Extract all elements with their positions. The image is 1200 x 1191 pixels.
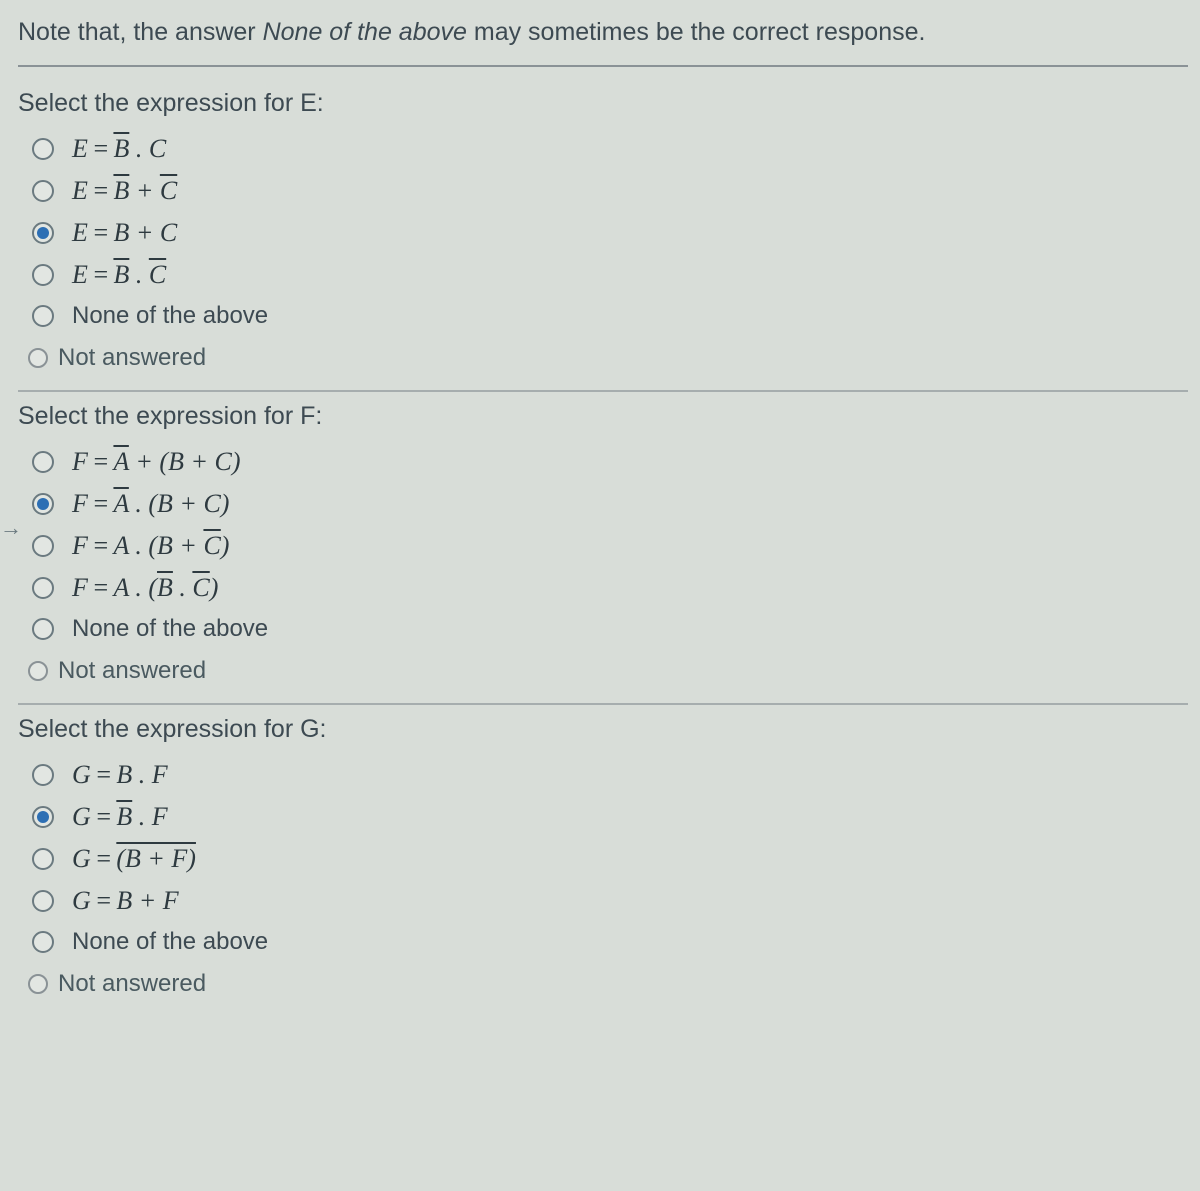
option-row[interactable]: G = B . F — [18, 796, 1188, 838]
radio-button[interactable] — [32, 451, 54, 473]
question-prompt: Select the expression for F: — [18, 402, 1188, 431]
option-row[interactable]: E = B . C — [18, 128, 1188, 170]
radio-button[interactable] — [32, 264, 54, 286]
option-row[interactable]: G = B + F — [18, 880, 1188, 922]
question-block: Select the expression for G: G = B . F G =… — [18, 705, 1188, 1016]
option-row[interactable]: G = (B + F) — [18, 838, 1188, 880]
option-row[interactable]: F = A + (B + C) — [18, 441, 1188, 483]
radio-button[interactable] — [32, 493, 54, 515]
option-expression: E = B + C — [72, 176, 177, 206]
option-row[interactable]: None of the above — [18, 609, 1188, 649]
not-answered-label: Not answered — [58, 344, 206, 372]
radio-button[interactable] — [32, 535, 54, 557]
option-expression: E = B . C — [72, 134, 166, 164]
option-expression: F = A . (B . C) — [72, 573, 218, 603]
question-prompt: Select the expression for E: — [18, 89, 1188, 118]
note-italic: None of the above — [263, 18, 467, 46]
status-circle-icon — [28, 974, 48, 994]
option-expression: F = A + (B + C) — [72, 447, 241, 477]
note-prefix: Note that, the answer — [18, 18, 263, 46]
option-expression: F = A . (B + C) — [72, 531, 229, 561]
not-answered-label: Not answered — [58, 657, 206, 685]
option-expression: F = A . (B + C) — [72, 489, 229, 519]
radio-button[interactable] — [32, 577, 54, 599]
option-row[interactable]: None of the above — [18, 922, 1188, 962]
edge-arrow-icon: → — [0, 515, 22, 541]
option-row[interactable]: E = B + C — [18, 170, 1188, 212]
option-none-label: None of the above — [72, 928, 268, 956]
radio-button[interactable] — [32, 180, 54, 202]
not-answered-row[interactable]: Not answered — [18, 962, 1188, 1008]
not-answered-row[interactable]: Not answered — [18, 336, 1188, 382]
option-row[interactable]: F = A . (B + C) — [18, 525, 1188, 567]
option-row[interactable]: F = A . (B . C) — [18, 567, 1188, 609]
not-answered-row[interactable]: Not answered — [18, 649, 1188, 695]
question-prompt: Select the expression for G: — [18, 715, 1188, 744]
question-block: Select the expression for F: F = A + (B +… — [18, 392, 1188, 705]
option-expression: G = B . F — [72, 802, 168, 832]
not-answered-label: Not answered — [58, 970, 206, 998]
note-text: Note that, the answer None of the above … — [18, 18, 1188, 67]
radio-button[interactable] — [32, 138, 54, 160]
option-expression: G = B . F — [72, 760, 168, 790]
option-expression: G = (B + F) — [72, 844, 196, 874]
status-circle-icon — [28, 661, 48, 681]
radio-button[interactable] — [32, 222, 54, 244]
option-none-label: None of the above — [72, 302, 268, 330]
radio-button[interactable] — [32, 764, 54, 786]
option-expression: E = B + C — [72, 218, 177, 248]
option-expression: E = B . C — [72, 260, 166, 290]
quiz-container: Note that, the answer None of the above … — [0, 0, 1200, 1016]
option-row[interactable]: F = A . (B + C) — [18, 483, 1188, 525]
radio-button[interactable] — [32, 890, 54, 912]
radio-button[interactable] — [32, 305, 54, 327]
status-circle-icon — [28, 348, 48, 368]
option-none-label: None of the above — [72, 615, 268, 643]
option-expression: G = B + F — [72, 886, 179, 916]
radio-button[interactable] — [32, 806, 54, 828]
option-row[interactable]: E = B . C — [18, 254, 1188, 296]
question-block: Select the expression for E: E = B . C E =… — [18, 79, 1188, 392]
option-row[interactable]: E = B + C — [18, 212, 1188, 254]
radio-button[interactable] — [32, 618, 54, 640]
radio-button[interactable] — [32, 848, 54, 870]
radio-button[interactable] — [32, 931, 54, 953]
option-row[interactable]: None of the above — [18, 296, 1188, 336]
note-suffix: may sometimes be the correct response. — [467, 18, 926, 46]
option-row[interactable]: G = B . F — [18, 754, 1188, 796]
